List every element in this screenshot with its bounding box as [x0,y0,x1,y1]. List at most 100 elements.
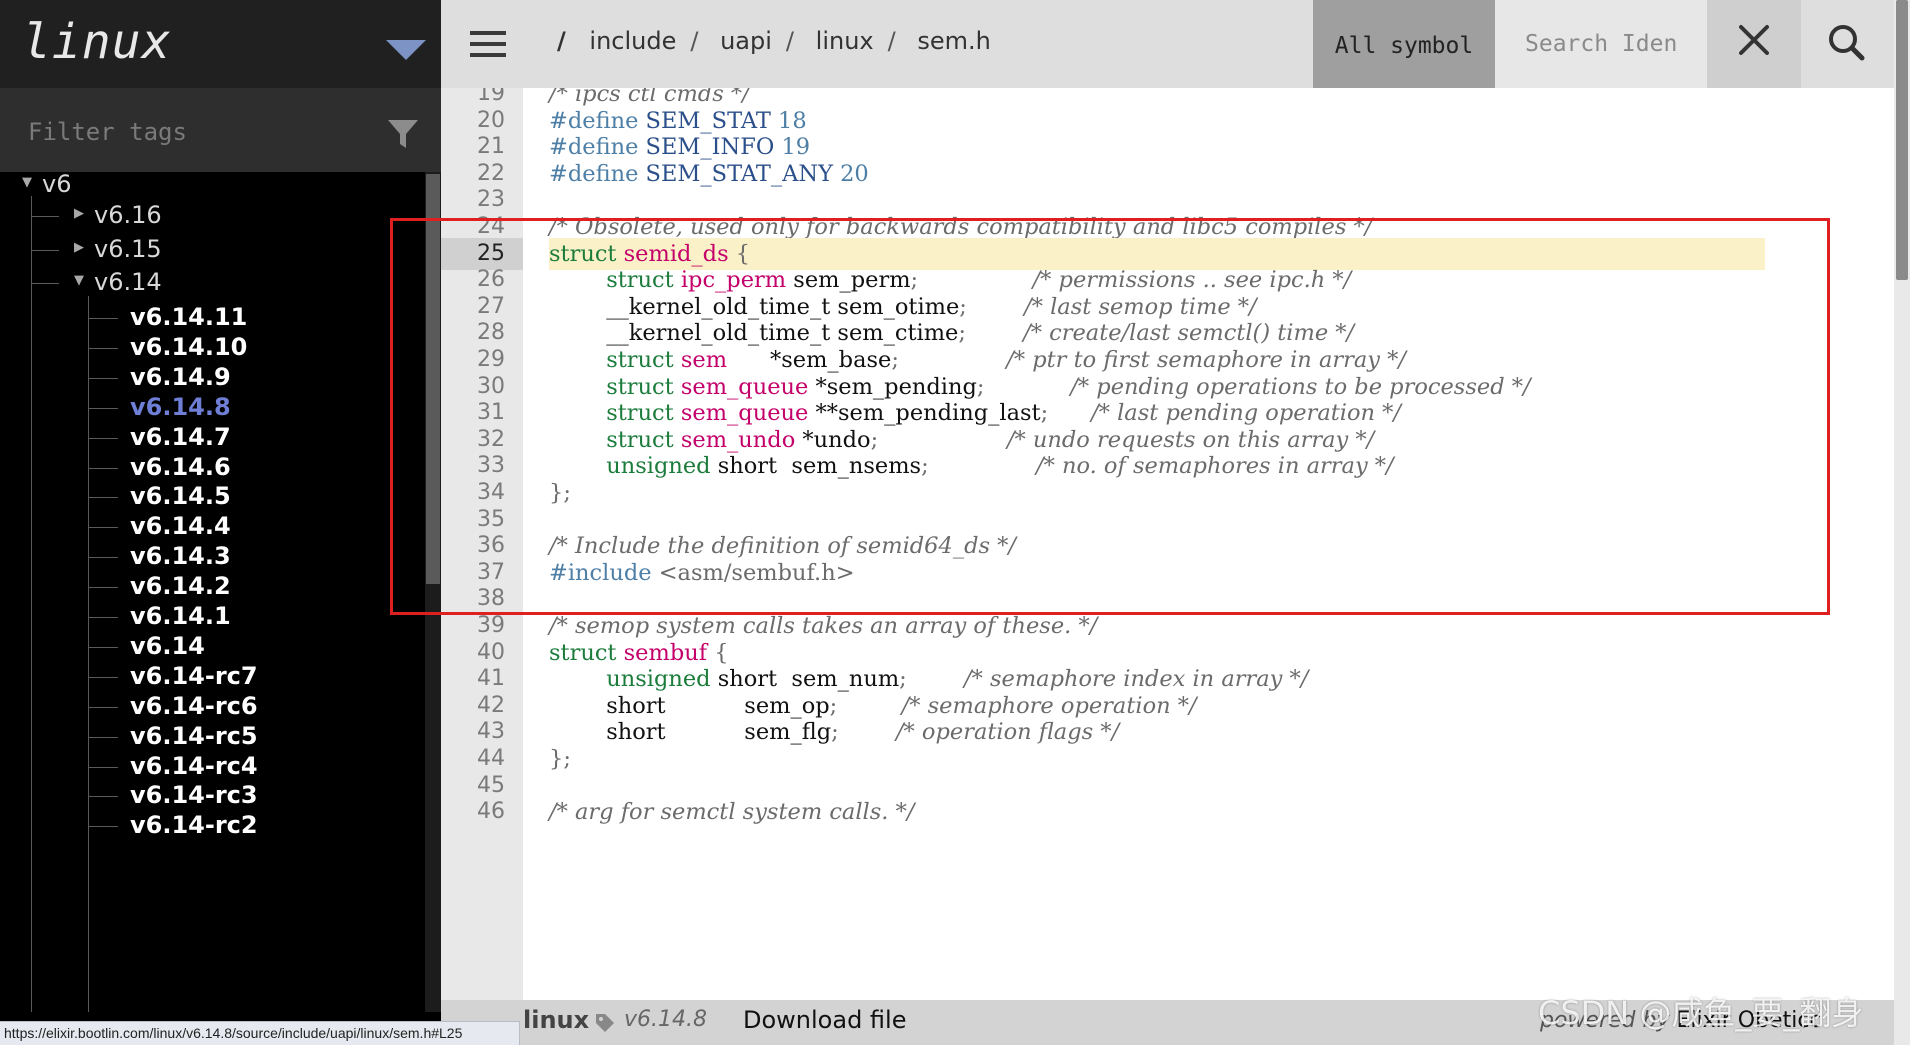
tree-connector [88,296,89,1012]
breadcrumb-item[interactable]: include [589,27,676,55]
tree-node-tag[interactable]: v6.14-rc3 [130,781,258,809]
search-identifier-input[interactable] [1495,0,1707,88]
identifier-link[interactable]: sem_queue [681,400,808,426]
identifier-link[interactable]: sembuf [624,640,707,666]
footer-version: v6.14.8 [624,1007,707,1032]
code-token: ; [891,347,899,373]
code-token: ; [831,719,839,746]
code-token: short sem_num [710,666,900,693]
symbol-type-dropdown[interactable]: All symbol [1313,0,1495,88]
tree-node-group[interactable]: v6.16 [94,201,162,229]
tree-node-group[interactable]: v6.15 [94,235,162,263]
tree-node-tag[interactable]: v6.14.10 [130,333,247,361]
code-token: 18 [770,107,807,134]
download-file-link[interactable]: Download file [743,1006,906,1034]
tree-node-tag[interactable]: v6.14.7 [130,423,231,451]
tree-connector [88,437,118,439]
identifier-link[interactable]: semid_ds [624,241,729,267]
line-number[interactable]: 46 [441,796,523,828]
code-token: 19 [774,134,811,161]
menu-icon[interactable] [470,31,506,57]
tree-node-tag[interactable]: v6.14-rc5 [130,722,258,750]
code-token: /* last pending operation */ [1091,400,1401,427]
tree-node-tag[interactable]: v6.14.2 [130,572,231,600]
tree-connector [31,216,59,217]
tree-connector [88,676,118,678]
tree-connector [88,497,118,499]
code-token: short sem_nsems [710,453,922,480]
code-token: #define [549,160,646,187]
identifier-link[interactable]: sem [681,347,727,373]
code-token: /* pending operations to be processed */ [1070,373,1531,400]
breadcrumb-item[interactable]: uapi [720,27,772,55]
code-token: short sem_op [549,692,830,719]
sidebar-scrollbar-thumb[interactable] [426,174,440,584]
version-tree: ▼ v6 ▶ v6.16 ▶ v6.15 ▼ v6.14 v6.14.11 v6.14.10 v6.… [0,172,425,1012]
status-url: https://elixir.bootlin.com/linux/v6.14.8… [0,1021,520,1045]
breadcrumb-item[interactable]: linux [816,27,874,55]
tree-collapsed-arrow-icon[interactable]: ▶ [74,206,84,221]
filter-funnel-icon[interactable] [386,117,420,151]
code-token: *sem_pending [808,373,977,400]
tree-connector [88,347,118,349]
code-token: /* create/last semctl() time */ [1023,320,1355,347]
source-code-view: 19/* ipcs ctl cmds */20 #define SEM_STAT … [441,88,1894,1000]
tree-node-tag[interactable]: v6.14.8 [130,393,231,421]
tree-node-tag[interactable]: v6.14.4 [130,512,231,540]
tree-expanded-arrow-icon[interactable]: ▼ [74,273,84,288]
tree-node-tag[interactable]: v6.14-rc6 [130,692,258,720]
tree-connector [88,557,118,559]
tree-node-group[interactable]: v6.14 [94,268,162,296]
project-dropdown-caret-icon[interactable] [386,40,426,60]
tree-connector [31,196,32,1012]
tree-expanded-arrow-icon[interactable]: ▼ [22,175,32,190]
page-scrollbar-thumb[interactable] [1896,0,1908,280]
tree-collapsed-arrow-icon[interactable]: ▶ [74,240,84,255]
code-token: struct [606,426,681,453]
search-button[interactable] [1801,0,1894,88]
code-token: 20 [832,160,869,187]
identifier-link[interactable]: ipc_perm [681,267,786,293]
tree-node-tag[interactable]: v6.14.5 [130,482,231,510]
code-token: #define [549,134,646,161]
tree-node-root[interactable]: v6 [42,172,71,198]
code-token: ; [921,453,929,480]
tree-node-tag[interactable]: v6.14.9 [130,363,231,391]
breadcrumb-item-current[interactable]: sem.h [917,27,991,55]
tree-node-tag[interactable]: v6.14-rc7 [130,662,258,690]
tree-node-tag[interactable]: v6.14.11 [130,303,247,331]
tree-connector [88,527,118,529]
code-token: struct [606,347,681,373]
code-token: unsigned [606,666,711,693]
watermark: CSDN @咸鱼_要_翻身 [1538,994,1864,1032]
tree-node-tag[interactable]: v6.14.6 [130,453,231,481]
brand-bar: linux [0,0,441,88]
tree-node-tag[interactable]: v6.14 [130,632,205,660]
clear-search-button[interactable] [1707,0,1801,88]
code-token: SEM_STAT [645,107,771,134]
code-token: /* ptr to first semaphore in array */ [1006,347,1406,373]
filter-tags-input[interactable] [28,114,368,150]
identifier-link[interactable]: sem_queue [681,374,808,400]
code-token: ; [958,320,966,347]
breadcrumb-root[interactable]: / [557,27,566,55]
project-title[interactable]: linux [22,14,172,70]
tree-node-tag[interactable]: v6.14.1 [130,602,231,630]
close-icon [1739,25,1769,55]
code-token: /* semaphore index in array */ [963,666,1309,693]
tree-node-tag[interactable]: v6.14-rc4 [130,752,258,780]
code-line: 46 /* arg for semctl system calls. */ [441,796,1894,828]
tree-node-tag[interactable]: v6.14.3 [130,542,231,570]
tree-node-tag[interactable]: v6.14-rc2 [130,811,258,839]
tree-connector [88,736,118,738]
identifier-link[interactable]: sem_undo [681,427,795,453]
footer-project: linux [523,1006,590,1034]
tree-connector [88,796,118,798]
